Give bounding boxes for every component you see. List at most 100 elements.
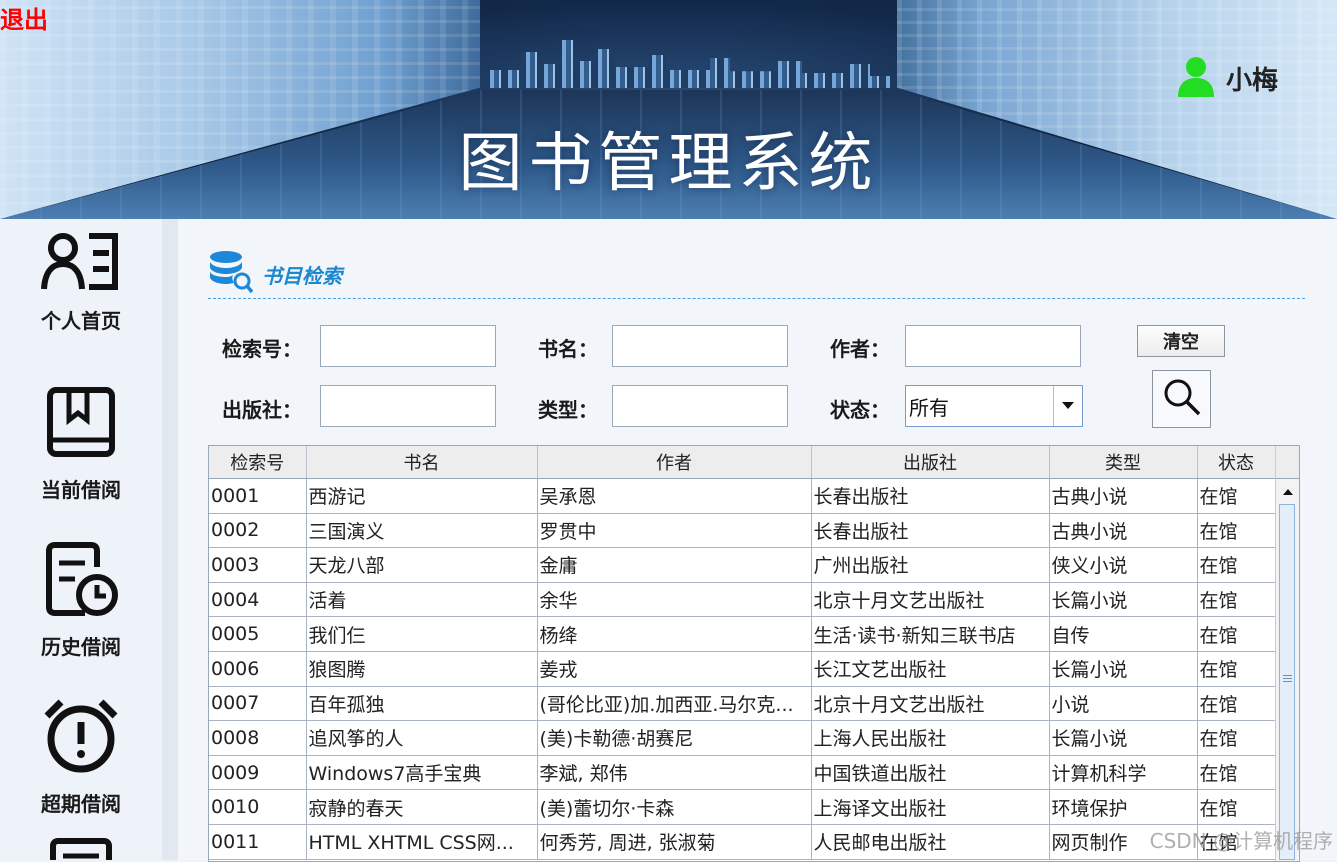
index-number-input[interactable] [320,325,496,367]
document-clock-icon [41,539,121,623]
cell-author: 金庸 [537,547,812,583]
cell-status: 在馆 [1197,651,1276,687]
search-button[interactable] [1152,370,1211,428]
sidebar-item-history-borrow[interactable]: 历史借阅 [0,527,162,677]
cell-index: 0002 [209,513,307,549]
cell-publisher: 北京十月文艺出版社 [811,582,1050,618]
cell-title: 三国演义 [306,513,538,549]
column-header-publisher[interactable]: 出版社 [811,446,1050,479]
publisher-label: 出版社： [222,398,302,422]
publisher-input[interactable] [320,385,496,427]
cell-status: 在馆 [1197,755,1276,791]
cell-author: (美)卡勒德·胡赛尼 [537,720,812,756]
cell-index: 0004 [209,582,307,618]
scrollbar-thumb[interactable] [1279,504,1295,860]
table-row[interactable]: 0002 三国演义 罗贯中 长春出版社 古典小说 在馆 [209,513,1276,549]
book-title-input[interactable] [612,325,788,367]
column-header-status[interactable]: 状态 [1197,446,1276,479]
column-header-author[interactable]: 作者 [537,446,812,479]
clear-button[interactable]: 清空 [1137,325,1225,357]
watermark: CSDN @计算机程序 [1149,829,1333,853]
cell-status: 在馆 [1197,547,1276,583]
cell-index: 0006 [209,651,307,687]
sidebar-item-label: 当前借阅 [41,478,121,502]
sidebar-item-label: 超期借阅 [41,792,121,816]
grip-icon [1283,675,1292,683]
section-header: 书目检索 [208,249,342,299]
person-list-icon [41,231,121,297]
cell-title: 寂静的春天 [306,789,538,825]
sidebar-item-overdue-borrow[interactable]: 超期借阅 [0,682,162,832]
cell-type: 侠义小说 [1049,547,1198,583]
logout-button[interactable]: 退出 [0,0,48,35]
table-header-row: 检索号 书名 作者 出版社 类型 状态 [209,446,1276,479]
table-row[interactable]: 0004 活着 余华 北京十月文艺出版社 长篇小说 在馆 [209,582,1276,618]
cell-publisher: 长春出版社 [811,478,1050,514]
table-row[interactable]: 0005 我们仨 杨绛 生活·读书·新知三联书店 自传 在馆 [209,616,1276,652]
title-label: 书名： [538,337,598,361]
cell-author: 吴承恩 [537,478,812,514]
column-header-title[interactable]: 书名 [306,446,538,479]
cell-type: 长篇小说 [1049,582,1198,618]
cell-status: 在馆 [1197,616,1276,652]
section-title: 书目检索 [262,263,342,288]
alarm-clock-icon [41,694,121,780]
cell-type: 环境保护 [1049,789,1198,825]
cell-type: 自传 [1049,616,1198,652]
table-row[interactable]: 0011 HTML XHTML CSS网... 何秀芳, 周进, 张淑菊 人民邮… [209,824,1276,860]
type-input[interactable] [612,385,788,427]
cell-index: 0003 [209,547,307,583]
cell-status: 在馆 [1197,582,1276,618]
index-label: 检索号： [222,337,302,361]
cell-title: 西游记 [306,478,538,514]
table-row[interactable]: 0003 天龙八部 金庸 广州出版社 侠义小说 在馆 [209,547,1276,583]
sidebar-item-label: 历史借阅 [41,635,121,659]
cell-title: 天龙八部 [306,547,538,583]
user-name: 小梅 [1226,65,1279,96]
author-label: 作者： [830,337,890,361]
cell-title: 我们仨 [306,616,538,652]
cell-status: 在馆 [1197,789,1276,825]
scroll-up-arrow-icon[interactable] [1278,482,1298,502]
cell-author: 李斌, 郑伟 [537,755,812,791]
cell-status: 在馆 [1197,686,1276,722]
cell-title: 狼图腾 [306,651,538,687]
banner-skyline [490,40,890,88]
user-icon [1176,55,1216,101]
author-input[interactable] [905,325,1081,367]
section-divider [208,298,1305,299]
column-header-index[interactable]: 检索号 [209,446,307,479]
cell-title: 活着 [306,582,538,618]
search-icon [1162,377,1202,421]
cell-author: 余华 [537,582,812,618]
chevron-down-icon[interactable] [1053,386,1082,426]
vertical-scrollbar[interactable] [1275,446,1299,861]
table-row[interactable]: 0007 百年孤独 (哥伦比亚)加.加西亚.马尔克... 北京十月文艺出版社 小… [209,686,1276,722]
cell-author: (哥伦比亚)加.加西亚.马尔克... [537,686,812,722]
cell-index: 0011 [209,824,307,860]
table-row[interactable]: 0010 寂静的春天 (美)蕾切尔·卡森 上海译文出版社 环境保护 在馆 [209,789,1276,825]
sidebar-item-home[interactable]: 个人首页 [0,219,162,369]
sidebar-item-more[interactable] [0,834,162,860]
cell-author: (美)蕾切尔·卡森 [537,789,812,825]
cell-title: HTML XHTML CSS网... [306,824,538,860]
table-row[interactable]: 0006 狼图腾 姜戎 长江文艺出版社 长篇小说 在馆 [209,651,1276,687]
column-header-type[interactable]: 类型 [1049,446,1198,479]
table-row[interactable]: 0008 追风筝的人 (美)卡勒德·胡赛尼 上海人民出版社 长篇小说 在馆 [209,720,1276,756]
cell-publisher: 中国铁道出版社 [811,755,1050,791]
book-icon [41,386,121,466]
sidebar-divider [162,219,178,860]
sidebar-item-label: 个人首页 [41,309,121,333]
cell-title: Windows7高手宝典 [306,755,538,791]
cell-index: 0009 [209,755,307,791]
table-row[interactable]: 0009 Windows7高手宝典 李斌, 郑伟 中国铁道出版社 计算机科学 在… [209,755,1276,791]
status-select[interactable]: 所有 [905,385,1083,427]
sidebar-item-current-borrow[interactable]: 当前借阅 [0,374,162,524]
cell-publisher: 人民邮电出版社 [811,824,1050,860]
table-row[interactable]: 0001 西游记 吴承恩 长春出版社 古典小说 在馆 [209,478,1276,514]
main-panel: 书目检索 检索号： 书名： 作者： 清空 出版社： 类型： 状态： 所有 检索号… [178,219,1337,862]
cell-publisher: 长春出版社 [811,513,1050,549]
user-profile[interactable]: 小梅 [1176,55,1278,101]
cell-index: 0008 [209,720,307,756]
cell-publisher: 上海人民出版社 [811,720,1050,756]
